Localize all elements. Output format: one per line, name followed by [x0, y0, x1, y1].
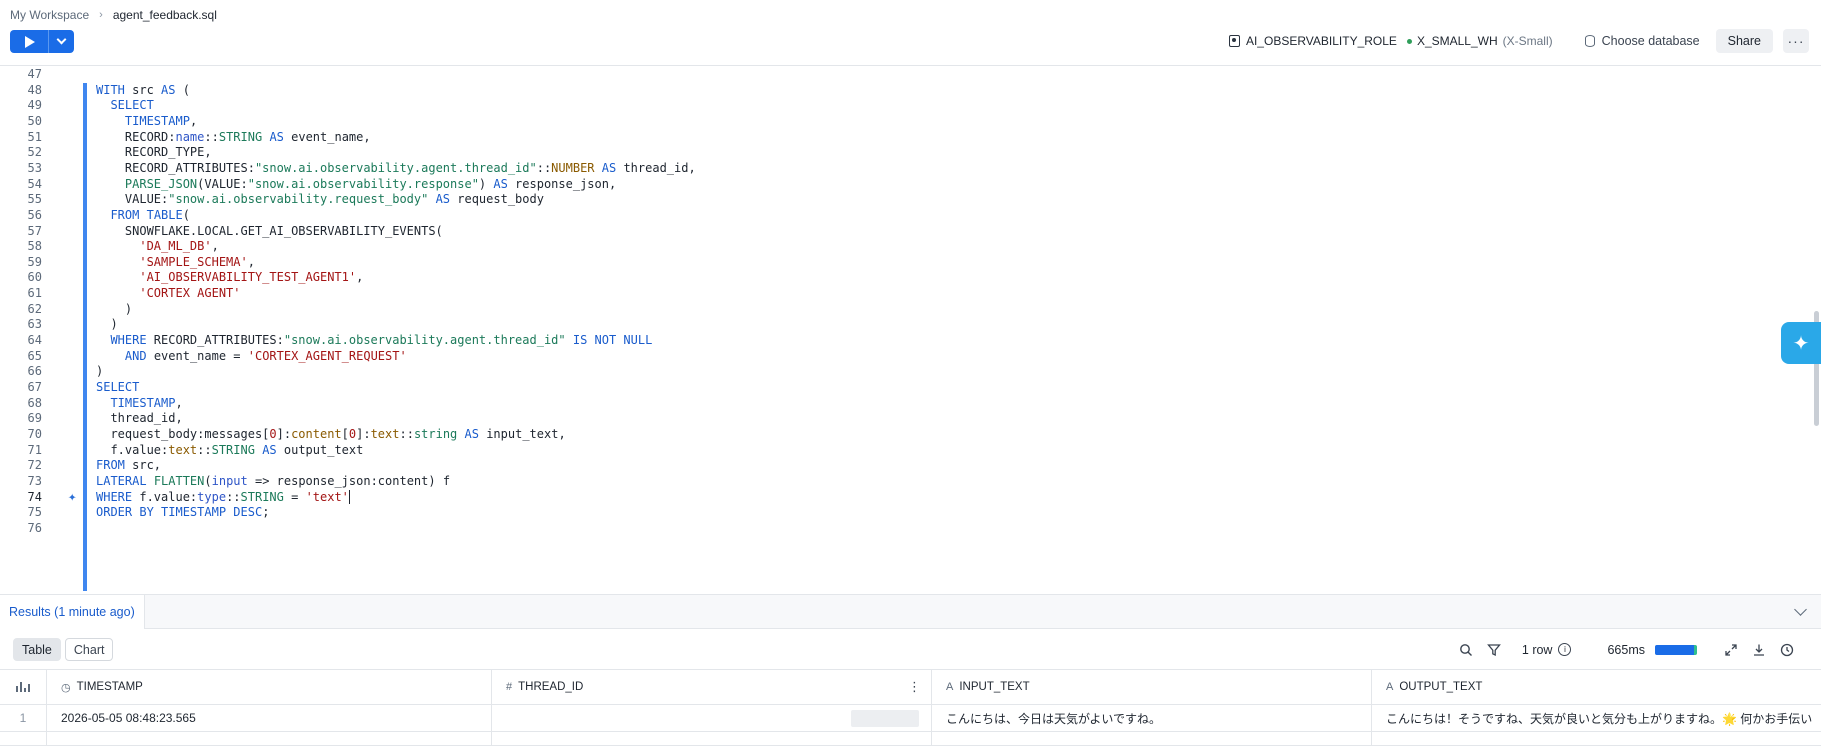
- column-header-label: INPUT_TEXT: [959, 681, 1030, 693]
- results-toolbar: Table Chart 1 row i 665ms: [0, 630, 1821, 668]
- duration-bar-tail: [1694, 644, 1697, 655]
- row-count: 1 row i: [1522, 643, 1572, 657]
- cell-input-text[interactable]: こんにちは、今日は天気がよいですね。: [932, 705, 1372, 731]
- column-header-label: TIMESTAMP: [76, 681, 143, 693]
- run-options-button[interactable]: [48, 30, 74, 53]
- database-selector[interactable]: Choose database: [1584, 34, 1700, 48]
- play-icon: [25, 35, 35, 48]
- results-actions: 1 row i 665ms: [1458, 638, 1821, 661]
- sql-editor[interactable]: 47 48 WITH src AS (49 SELECT 50 TIMESTAMP, 5…: [0, 66, 1821, 594]
- text-icon: A: [1386, 681, 1394, 693]
- run-button[interactable]: [10, 30, 48, 53]
- database-icon: [1584, 35, 1595, 47]
- column-header-label: THREAD_ID: [518, 681, 584, 693]
- share-button[interactable]: Share: [1715, 29, 1773, 53]
- role-icon: [1228, 35, 1240, 47]
- column-header-output-text[interactable]: A OUTPUT_TEXT: [1372, 670, 1821, 704]
- table-empty-row: [0, 732, 1821, 746]
- role-name: AI_OBSERVABILITY_ROLE: [1245, 34, 1397, 48]
- header-controls: AI_OBSERVABILITY_ROLE X_SMALL_WH (X-Smal…: [1228, 28, 1821, 54]
- database-placeholder: Choose database: [1601, 34, 1700, 48]
- warehouse-selector[interactable]: X_SMALL_WH (X-Small): [1406, 34, 1553, 48]
- line-number: 76: [27, 520, 42, 535]
- column-header-label: OUTPUT_TEXT: [1399, 681, 1483, 693]
- cell-output-text[interactable]: こんにちは！そうですね、天気が良いと気分も上がりますね。🌟 何かお手伝い: [1372, 705, 1821, 731]
- empty-cell: [1372, 732, 1821, 745]
- empty-value-placeholder: [851, 710, 919, 727]
- info-icon[interactable]: i: [1558, 643, 1572, 656]
- sparkle-icon: ✦: [1792, 332, 1810, 355]
- results-table: ◷ TIMESTAMP # THREAD_ID ⋮ A INPUT_TEXT A…: [0, 669, 1821, 755]
- results-panel: Results (1 minute ago) Table Chart 1 row…: [0, 594, 1821, 755]
- expand-icon[interactable]: [1723, 642, 1739, 658]
- run-button-group: [10, 30, 74, 53]
- chevron-down-icon: [56, 34, 67, 45]
- number-icon: #: [506, 681, 513, 693]
- warehouse-status-dot: [1406, 38, 1412, 44]
- filter-icon[interactable]: [1486, 642, 1502, 658]
- search-icon[interactable]: [1458, 642, 1474, 658]
- warehouse-name: X_SMALL_WH: [1416, 34, 1498, 48]
- ai-assistant-button[interactable]: ✦: [1781, 322, 1821, 364]
- history-icon[interactable]: [1779, 642, 1795, 658]
- datetime-icon: ◷: [61, 681, 71, 694]
- column-header-thread-id[interactable]: # THREAD_ID ⋮: [492, 670, 932, 704]
- chart-view-button[interactable]: Chart: [64, 638, 114, 661]
- table-view-button[interactable]: Table: [13, 638, 61, 661]
- table-header-row: ◷ TIMESTAMP # THREAD_ID ⋮ A INPUT_TEXT A…: [0, 670, 1821, 705]
- row-index: 1: [0, 705, 47, 731]
- query-duration: 665ms: [1607, 642, 1645, 657]
- breadcrumb-workspace[interactable]: My Workspace: [10, 8, 89, 22]
- code-line[interactable]: 76: [0, 519, 1800, 537]
- row-count-label: 1 row: [1521, 642, 1553, 657]
- empty-cell: [0, 732, 47, 745]
- empty-cell: [47, 732, 492, 745]
- empty-cell: [932, 732, 1372, 745]
- warehouse-size: (X-Small): [1502, 34, 1553, 48]
- download-icon[interactable]: [1751, 642, 1767, 658]
- duration-bar-fill: [1655, 644, 1694, 655]
- editor-header: My Workspace › agent_feedback.sql AI_OBS…: [0, 0, 1821, 66]
- empty-cell: [492, 732, 932, 745]
- breadcrumb-separator: ›: [99, 9, 103, 21]
- cell-timestamp[interactable]: 2026-05-05 08:48:23.565: [47, 705, 492, 731]
- column-header-input-text[interactable]: A INPUT_TEXT: [932, 670, 1372, 704]
- results-tab[interactable]: Results (1 minute ago): [0, 595, 145, 629]
- breadcrumb: My Workspace › agent_feedback.sql: [10, 8, 217, 22]
- duration-bar: [1655, 644, 1697, 655]
- column-header-timestamp[interactable]: ◷ TIMESTAMP: [47, 670, 492, 704]
- column-stats-icon: [16, 682, 30, 692]
- cell-thread-id[interactable]: [492, 705, 932, 731]
- role-selector[interactable]: AI_OBSERVABILITY_ROLE: [1228, 34, 1397, 48]
- table-row[interactable]: 1 2026-05-05 08:48:23.565 こんにちは、今日は天気がよい…: [0, 705, 1821, 732]
- text-icon: A: [946, 681, 954, 693]
- more-options-button[interactable]: ···: [1783, 29, 1809, 53]
- view-toggle: Table Chart: [13, 638, 114, 661]
- breadcrumb-file[interactable]: agent_feedback.sql: [113, 8, 217, 22]
- column-menu-icon[interactable]: ⋮: [908, 680, 921, 693]
- collapse-results-icon[interactable]: [1794, 603, 1807, 616]
- column-stats-header[interactable]: [0, 670, 47, 704]
- results-tab-bar: Results (1 minute ago): [0, 595, 1821, 629]
